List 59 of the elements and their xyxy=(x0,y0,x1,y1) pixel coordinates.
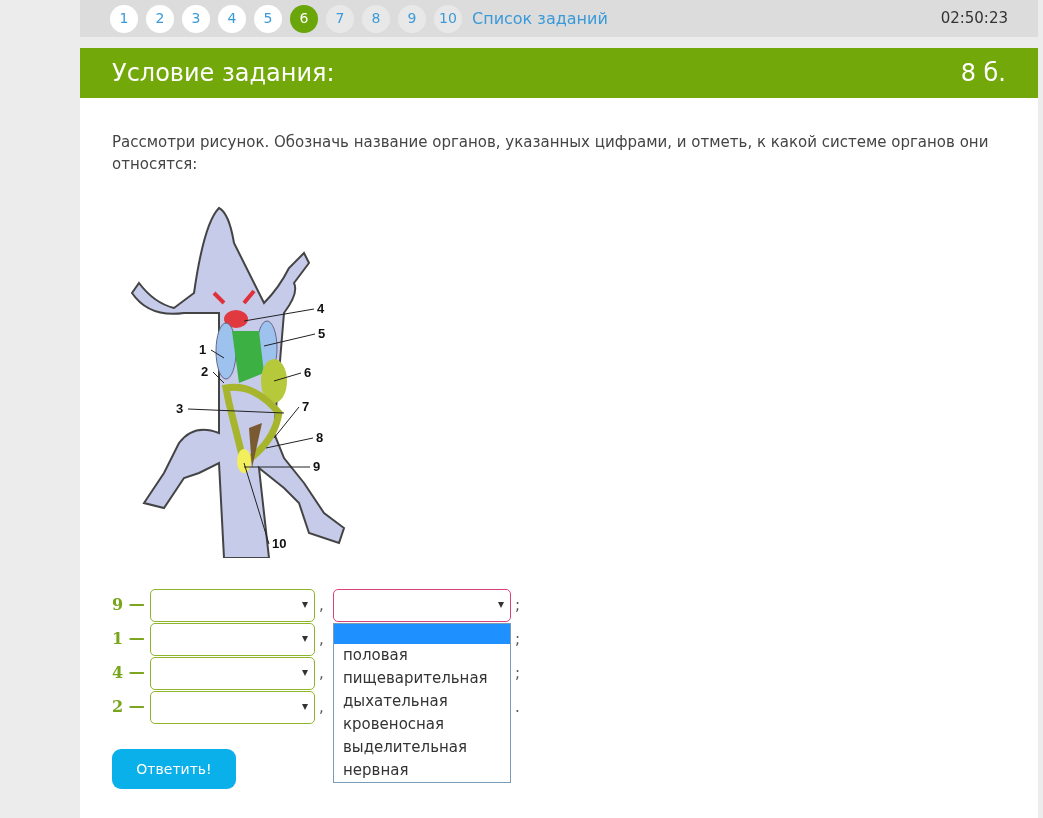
punctuation: ; xyxy=(515,594,522,616)
system-select[interactable] xyxy=(333,588,511,622)
leader-line xyxy=(210,349,225,359)
submit-button[interactable]: Ответить! xyxy=(112,749,236,789)
organ-select[interactable] xyxy=(150,690,315,724)
figure-label: 8 xyxy=(316,430,324,445)
page-button[interactable]: 10 xyxy=(434,4,462,33)
comma: , xyxy=(319,696,325,718)
organ-select[interactable] xyxy=(150,656,315,690)
points: 8 б. xyxy=(960,58,1006,89)
leader-line xyxy=(243,308,315,322)
task-list-link[interactable]: Список заданий xyxy=(472,6,608,31)
organ-select[interactable] xyxy=(150,622,315,656)
page-button[interactable]: 9 xyxy=(398,4,426,33)
figure-label: 1 xyxy=(199,342,207,357)
figure-label: 5 xyxy=(318,326,326,341)
leader-line xyxy=(273,372,302,382)
caret-icon xyxy=(302,636,308,642)
caret-icon xyxy=(302,704,308,710)
answer-number: 4 — xyxy=(112,662,146,684)
answer-number: 1 — xyxy=(112,628,146,650)
answer-number: 9 — xyxy=(112,594,146,616)
dropdown-option[interactable]: пищеварительная xyxy=(334,666,510,690)
figure-label: 6 xyxy=(304,365,312,380)
figure-label: 10 xyxy=(272,536,287,551)
page-button[interactable]: 3 xyxy=(182,4,210,33)
dropdown-option[interactable]: половая xyxy=(334,643,510,667)
figure-label: 2 xyxy=(201,364,209,379)
leader-line xyxy=(212,371,225,384)
answer-number: 2 — xyxy=(112,696,146,718)
question-text: Рассмотри рисунок. Обозначь название органов, указанных цифрами, и отметь, к какой системе органов они относятся: xyxy=(112,132,990,175)
comma: , xyxy=(319,662,325,684)
dropdown-option[interactable]: выделительная xyxy=(334,735,510,759)
organ-select[interactable] xyxy=(150,588,315,622)
page-button[interactable]: 6 xyxy=(290,4,318,33)
page-button[interactable]: 5 xyxy=(254,4,282,33)
comma: , xyxy=(319,628,325,650)
caret-icon xyxy=(302,602,308,608)
task-title: Условие задания: xyxy=(112,58,335,89)
figure-label: 7 xyxy=(302,399,310,414)
caret-icon xyxy=(302,670,308,676)
punctuation: ; xyxy=(515,628,522,650)
figure-label: 4 xyxy=(317,301,325,316)
page-button[interactable]: 8 xyxy=(362,4,390,33)
page-button[interactable]: 2 xyxy=(146,4,174,33)
timer: 02:50:23 xyxy=(940,8,1008,30)
leader-line xyxy=(263,333,316,347)
caret-icon xyxy=(498,602,504,608)
dropdown-option[interactable]: кровеносная xyxy=(334,712,510,736)
figure-label: 3 xyxy=(176,401,184,416)
page-button[interactable]: 7 xyxy=(326,4,354,33)
dropdown-option[interactable]: нервная xyxy=(334,758,510,782)
figure-label: 9 xyxy=(313,459,321,474)
comma: , xyxy=(319,594,325,616)
page-button[interactable]: 4 xyxy=(218,4,246,33)
punctuation: . xyxy=(515,696,521,718)
page-button[interactable]: 1 xyxy=(110,4,138,33)
dropdown-option[interactable]: дыхательная xyxy=(334,689,510,713)
punctuation: ; xyxy=(515,662,522,684)
